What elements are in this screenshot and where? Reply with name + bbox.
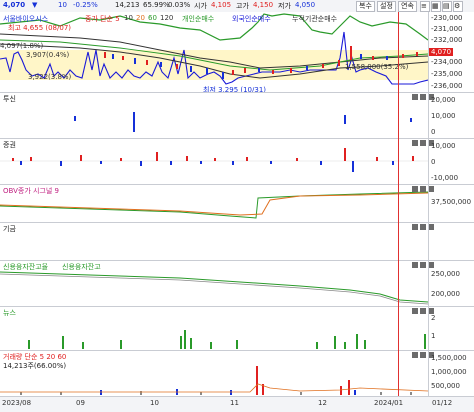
invest-panel[interactable]: 투신 20,000 10,000 0 xyxy=(0,92,474,138)
menu-icon[interactable]: ≡ xyxy=(420,1,430,12)
volume-scale: 1,500,000 1,000,000 500,000 xyxy=(428,350,474,396)
legend-foreign: 외국인순매수 xyxy=(232,15,271,23)
ma-period-60: 60 xyxy=(148,14,157,22)
fund-title: 기금 xyxy=(3,225,16,233)
fund-scale xyxy=(428,222,474,260)
fund-panel[interactable]: 기금 xyxy=(0,222,474,260)
price-scale-tick: -230,000 xyxy=(431,14,463,22)
scale-tick: 200,000 xyxy=(431,290,460,298)
scale-tick: 1,500,000 xyxy=(431,354,467,362)
securities-scale: 10,000 0 -10,000 xyxy=(428,138,474,184)
volume-panel[interactable]: 거래량 단순 5 20 60 14,213주(66.00%) 1,500,000… xyxy=(0,350,474,396)
price-chart-panel[interactable]: 서울바이오시스 종가 단순 5 10 20 60 120 개인순매수 외국인순매… xyxy=(0,12,474,94)
scale-tick: 250,000 xyxy=(431,270,460,278)
price-change-pct: -0.25% xyxy=(73,1,98,9)
credit-title: 신용융자잔고율 xyxy=(3,263,49,271)
price-change: 10 xyxy=(58,1,67,9)
scale-tick: -10,000 xyxy=(431,174,459,182)
scale-tick: 1 xyxy=(431,332,436,340)
price-scale-tick: -236,000 xyxy=(431,82,463,90)
news-scale: 2 1 xyxy=(428,306,474,350)
turnover-ratio: 0.03% xyxy=(168,1,191,9)
date-tick: 11 xyxy=(230,399,239,407)
scale-tick: 2 xyxy=(431,314,436,322)
date-tick: 09 xyxy=(76,399,85,407)
current-date-line xyxy=(398,12,399,396)
obv-lines xyxy=(0,191,428,219)
current-price: 4,070 xyxy=(3,1,26,9)
continuous-button[interactable]: 연속 xyxy=(398,1,417,12)
obv-scale: 37,500,000 xyxy=(428,184,474,222)
date-tick: 2023/08 xyxy=(2,399,32,407)
ma-period-120: 120 xyxy=(160,14,174,22)
ma-period-10: 10 xyxy=(124,14,133,22)
price-scale-tick: -232,000 xyxy=(431,36,463,44)
invest-bars xyxy=(74,112,412,132)
securities-bars xyxy=(0,148,428,172)
legend-individual: 개인순매수 xyxy=(182,15,215,23)
legend-institution: 누적기관순매수 xyxy=(292,15,338,23)
scale-tick: 0 xyxy=(431,128,436,136)
scale-tick: 20,000 xyxy=(431,96,456,104)
scale-tick: 10,000 xyxy=(431,142,456,150)
scale-tick: 37,500,000 xyxy=(431,198,472,206)
obv-title: OBV종가 시그널 9 xyxy=(3,187,59,195)
date-tick: 01/12 xyxy=(432,399,453,407)
current-price-badge: 4,070 xyxy=(429,48,454,56)
grid-icon[interactable]: ▦ xyxy=(431,1,441,12)
invest-scale: 20,000 10,000 0 xyxy=(428,92,474,138)
open-value: 4,105 xyxy=(211,1,232,9)
left-note-1: 4,097(1.8%) xyxy=(0,42,44,50)
left-note-3: 3,922(3.8%) xyxy=(28,73,72,81)
price-scale-tick: -234,000 xyxy=(431,58,463,66)
price-scale-tick: -231,000 xyxy=(431,25,463,33)
news-title: 뉴스 xyxy=(3,309,16,317)
high-value: 4,150 xyxy=(253,1,274,9)
date-tick: 10 xyxy=(150,399,159,407)
open-label: 시가 xyxy=(194,2,207,10)
invest-title: 투신 xyxy=(3,95,16,103)
volume-summary: 14,213주(66.00%) xyxy=(3,362,67,370)
date-tick: 2024/01 xyxy=(374,399,404,407)
credit-scale: 250,000 200,000 xyxy=(428,260,474,306)
news-panel[interactable]: 뉴스 2 1 xyxy=(0,306,474,350)
left-note-2: 3,907(0.4%) xyxy=(26,51,70,59)
settings-button[interactable]: 설정 xyxy=(377,1,396,12)
obv-panel[interactable]: OBV종가 시그널 9 37,500,000 xyxy=(0,184,474,222)
low-label: 저가 xyxy=(278,2,291,10)
multi-button[interactable]: 복수 xyxy=(356,1,375,12)
volume-value: 14,213 xyxy=(115,1,140,9)
credit-title-2: 신용융자잔고 xyxy=(62,263,101,271)
price-scale-tick: -235,000 xyxy=(431,70,463,78)
chart-icon[interactable]: ▤ xyxy=(442,1,452,12)
scale-tick: 500,000 xyxy=(431,382,460,390)
scale-tick: 1,000,000 xyxy=(431,368,467,376)
ma-label: 종가 단순 5 xyxy=(85,15,120,23)
securities-title: 증권 xyxy=(3,141,16,149)
securities-panel[interactable]: 증권 10,000 0 -10,000 xyxy=(0,138,474,184)
scale-tick: 0 xyxy=(431,158,436,166)
tools-icon[interactable]: ⚙ xyxy=(453,1,463,12)
high-note: 최고 4,655 (08/07) xyxy=(8,24,72,32)
volume-ratio: 65.99% xyxy=(143,1,170,9)
credit-panel[interactable]: 신용융자잔고율 신용융자잔고 250,000 200,000 xyxy=(0,260,474,306)
date-tick: 12 xyxy=(318,399,327,407)
change-arrow-icon: ▼ xyxy=(32,1,38,9)
low-value: 4,050 xyxy=(295,1,316,9)
ma-period-20: 20 xyxy=(136,14,145,22)
price-scale[interactable]: -230,000 -231,000 -232,000 4,070 -234,00… xyxy=(428,12,474,92)
high-label: 고가 xyxy=(236,2,249,10)
news-bars xyxy=(28,330,426,349)
scale-tick: 10,000 xyxy=(431,112,456,120)
date-axis[interactable]: 2023/08 09 10 11 12 2024/01 01/12 xyxy=(0,396,474,412)
